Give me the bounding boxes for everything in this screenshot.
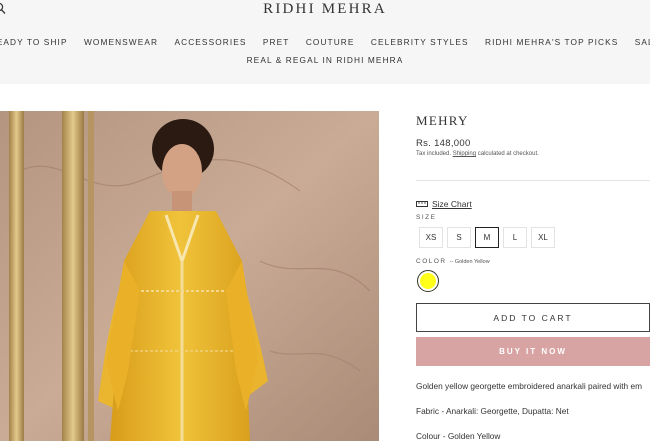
size-chart-label: Size Chart: [432, 199, 472, 209]
size-option-l[interactable]: L: [503, 227, 527, 248]
size-options: XS S M L XL: [419, 227, 555, 248]
product-colour: Colour - Golden Yellow: [416, 431, 501, 441]
main-nav: READY TO SHIP WOMENSWEAR ACCESSORIES PRE…: [0, 37, 650, 47]
buy-it-now-button[interactable]: BUY IT NOW: [416, 337, 650, 366]
product-image[interactable]: [0, 111, 379, 441]
ruler-icon: [416, 201, 428, 207]
color-value: -- Golden Yellow: [449, 259, 490, 265]
size-label: SIZE: [416, 214, 437, 221]
size-option-xs[interactable]: XS: [419, 227, 443, 248]
product-title: MEHRY: [416, 113, 469, 128]
product-price: Rs. 148,000: [416, 138, 471, 149]
nav-ready-to-ship[interactable]: READY TO SHIP: [0, 37, 68, 47]
add-to-cart-button[interactable]: ADD TO CART: [416, 303, 650, 332]
product-photo-illustration: [0, 111, 379, 441]
color-swatch-golden-yellow[interactable]: [417, 270, 439, 292]
shipping-link[interactable]: Shipping: [453, 151, 476, 157]
nav-couture[interactable]: COUTURE: [306, 37, 355, 47]
nav-real-and-regal[interactable]: REAL & REGAL IN RIDHI MEHRA: [247, 55, 404, 65]
site-header: RIDHI MEHRA READY TO SHIP WOMENSWEAR ACC…: [0, 0, 650, 84]
nav-sale[interactable]: SALE: [635, 37, 650, 47]
size-option-s[interactable]: S: [447, 227, 471, 248]
tax-note-prefix: Tax included.: [416, 151, 452, 157]
tax-note-suffix: calculated at checkout.: [477, 151, 539, 157]
brand-logo[interactable]: RIDHI MEHRA: [0, 1, 650, 18]
size-chart-link[interactable]: Size Chart: [416, 199, 472, 209]
nav-top-picks[interactable]: RIDHI MEHRA'S TOP PICKS: [485, 37, 618, 47]
divider: [416, 180, 650, 181]
nav-pret[interactable]: PRET: [263, 37, 290, 47]
nav-womenswear[interactable]: WOMENSWEAR: [84, 37, 158, 47]
product-fabric: Fabric - Anarkali: Georgette, Dupatta: N…: [416, 406, 569, 416]
main-nav-row2: REAL & REGAL IN RIDHI MEHRA: [0, 55, 650, 65]
color-label: COLOR: [416, 258, 447, 265]
tax-note: Tax included. Shipping calculated at che…: [416, 151, 539, 157]
nav-accessories[interactable]: ACCESSORIES: [174, 37, 246, 47]
nav-celebrity-styles[interactable]: CELEBRITY STYLES: [371, 37, 469, 47]
size-option-xl[interactable]: XL: [531, 227, 555, 248]
product-description: Golden yellow georgette embroidered anar…: [416, 381, 642, 391]
size-option-m[interactable]: M: [475, 227, 499, 248]
color-row: COLOR -- Golden Yellow: [416, 258, 490, 265]
